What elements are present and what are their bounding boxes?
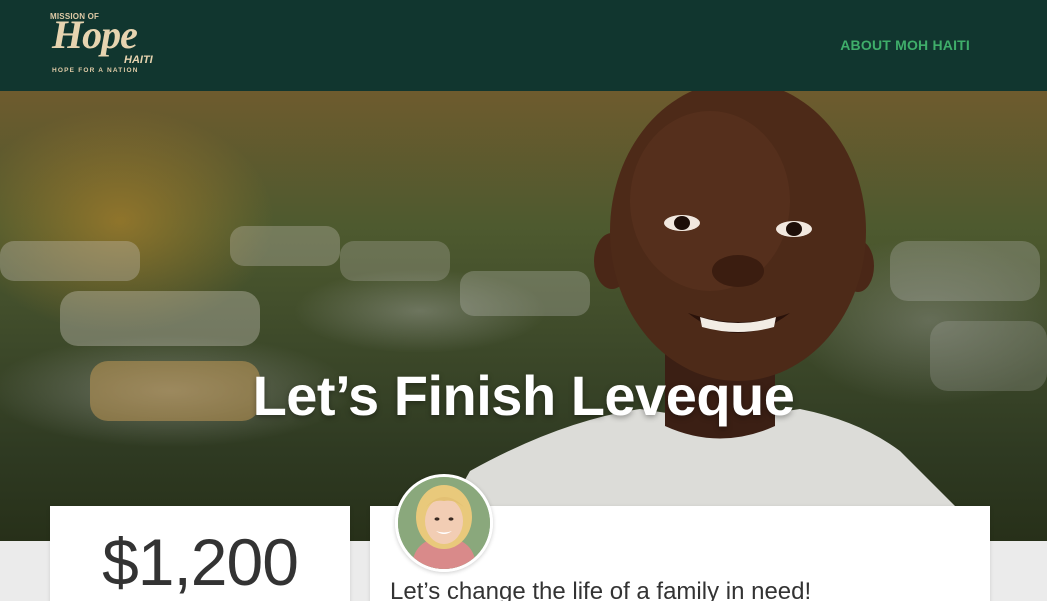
fundraiser-message: Let’s change the life of a family in nee… — [390, 578, 812, 601]
fundraiser-avatar — [395, 474, 493, 572]
donation-amount: $1,200 — [102, 525, 299, 599]
hero-banner: Let’s Finish Leveque — [0, 91, 1047, 541]
top-navigation-bar: MISSION OF Hope HAITI HOPE FOR A NATION … — [0, 0, 1047, 91]
logo-tagline: HOPE FOR A NATION — [52, 67, 139, 74]
logo-line-haiti: HAITI — [124, 54, 153, 66]
fundraiser-avatar-photo — [398, 477, 490, 569]
hero-title: Let’s Finish Leveque — [252, 364, 795, 427]
mission-of-hope-logo[interactable]: MISSION OF Hope HAITI HOPE FOR A NATION — [50, 12, 160, 78]
donation-amount-card: $1,200 — [50, 506, 350, 601]
nav-link-about-moh-haiti[interactable]: ABOUT MOH HAITI — [840, 37, 970, 53]
logo-line-hope: Hope — [52, 12, 138, 57]
hero-photo — [0, 91, 1047, 541]
